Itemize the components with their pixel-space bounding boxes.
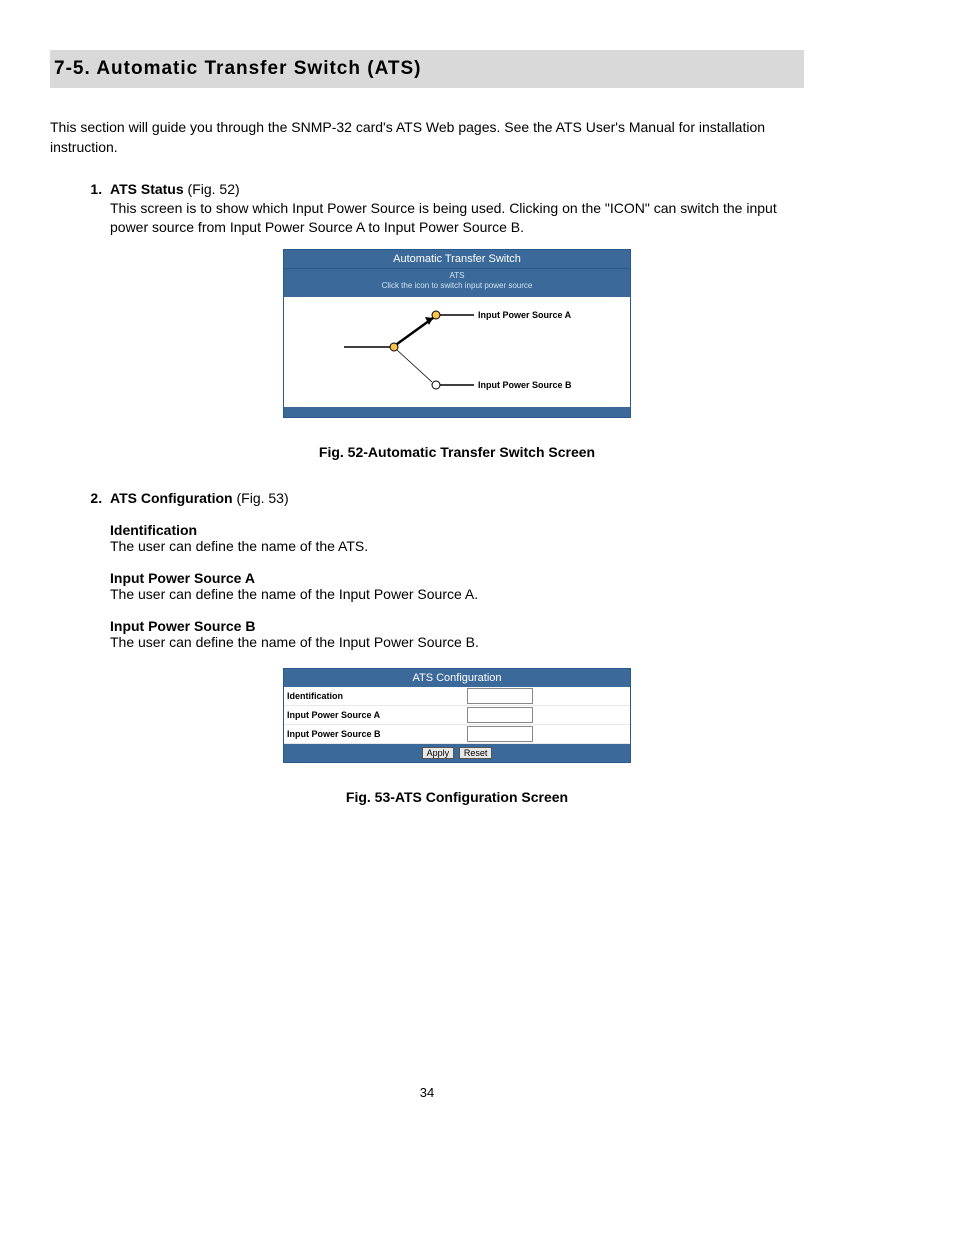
item-body: This screen is to show which Input Power… [110,199,804,237]
switch-diagram-icon[interactable] [284,297,630,407]
identification-input[interactable] [467,688,533,704]
list-item-ats-configuration: ATS Configuration (Fig. 53) Identificati… [106,490,804,805]
item-title: ATS Status [110,181,184,197]
panel-sub-line2: Click the icon to switch input power sou… [382,281,533,290]
config-row-identification: Identification [284,687,630,706]
panel-footer: Apply Reset [284,744,630,762]
sub-body: The user can define the name of the Inpu… [110,586,804,602]
row-label: Input Power Source A [287,710,467,720]
intro-paragraph: This section will guide you through the … [50,118,804,157]
item-figure-ref: (Fig. 52) [184,181,240,197]
item-title: ATS Configuration [110,490,233,506]
panel-title: Automatic Transfer Switch [284,250,630,268]
page-number: 34 [50,1085,804,1100]
panel-title: ATS Configuration [284,669,630,687]
section-heading: 7-5. Automatic Transfer Switch (ATS) [50,50,804,88]
source-b-input[interactable] [467,726,533,742]
config-row-source-a: Input Power Source A [284,706,630,725]
panel-diagram: Input Power Source A Input Power Source … [284,297,630,407]
figure-52-panel: Automatic Transfer Switch ATS Click the … [283,249,631,418]
item-figure-ref: (Fig. 53) [233,490,289,506]
panel-subtitle: ATS Click the icon to switch input power… [284,268,630,297]
figure-53-caption: Fig. 53-ATS Configuration Screen [110,789,804,805]
reset-button[interactable]: Reset [459,747,493,759]
row-label: Input Power Source B [287,729,467,739]
row-label: Identification [287,691,467,701]
panel-sub-line1: ATS [450,271,465,280]
figure-52-caption: Fig. 52-Automatic Transfer Switch Screen [110,444,804,460]
panel-body: Identification Input Power Source A Inpu… [284,687,630,744]
sub-heading-identification: Identification [110,522,804,538]
sub-body: The user can define the name of the Inpu… [110,634,804,650]
sub-heading-source-b: Input Power Source B [110,618,804,634]
config-row-source-b: Input Power Source B [284,725,630,744]
figure-53-panel: ATS Configuration Identification Input P… [283,668,631,763]
sub-body: The user can define the name of the ATS. [110,538,804,554]
sub-heading-source-a: Input Power Source A [110,570,804,586]
label-source-b: Input Power Source B [478,380,572,390]
source-a-input[interactable] [467,707,533,723]
list-item-ats-status: ATS Status (Fig. 52) This screen is to s… [106,181,804,460]
apply-button[interactable]: Apply [422,747,455,759]
label-source-a: Input Power Source A [478,310,571,320]
panel-footer [284,407,630,417]
